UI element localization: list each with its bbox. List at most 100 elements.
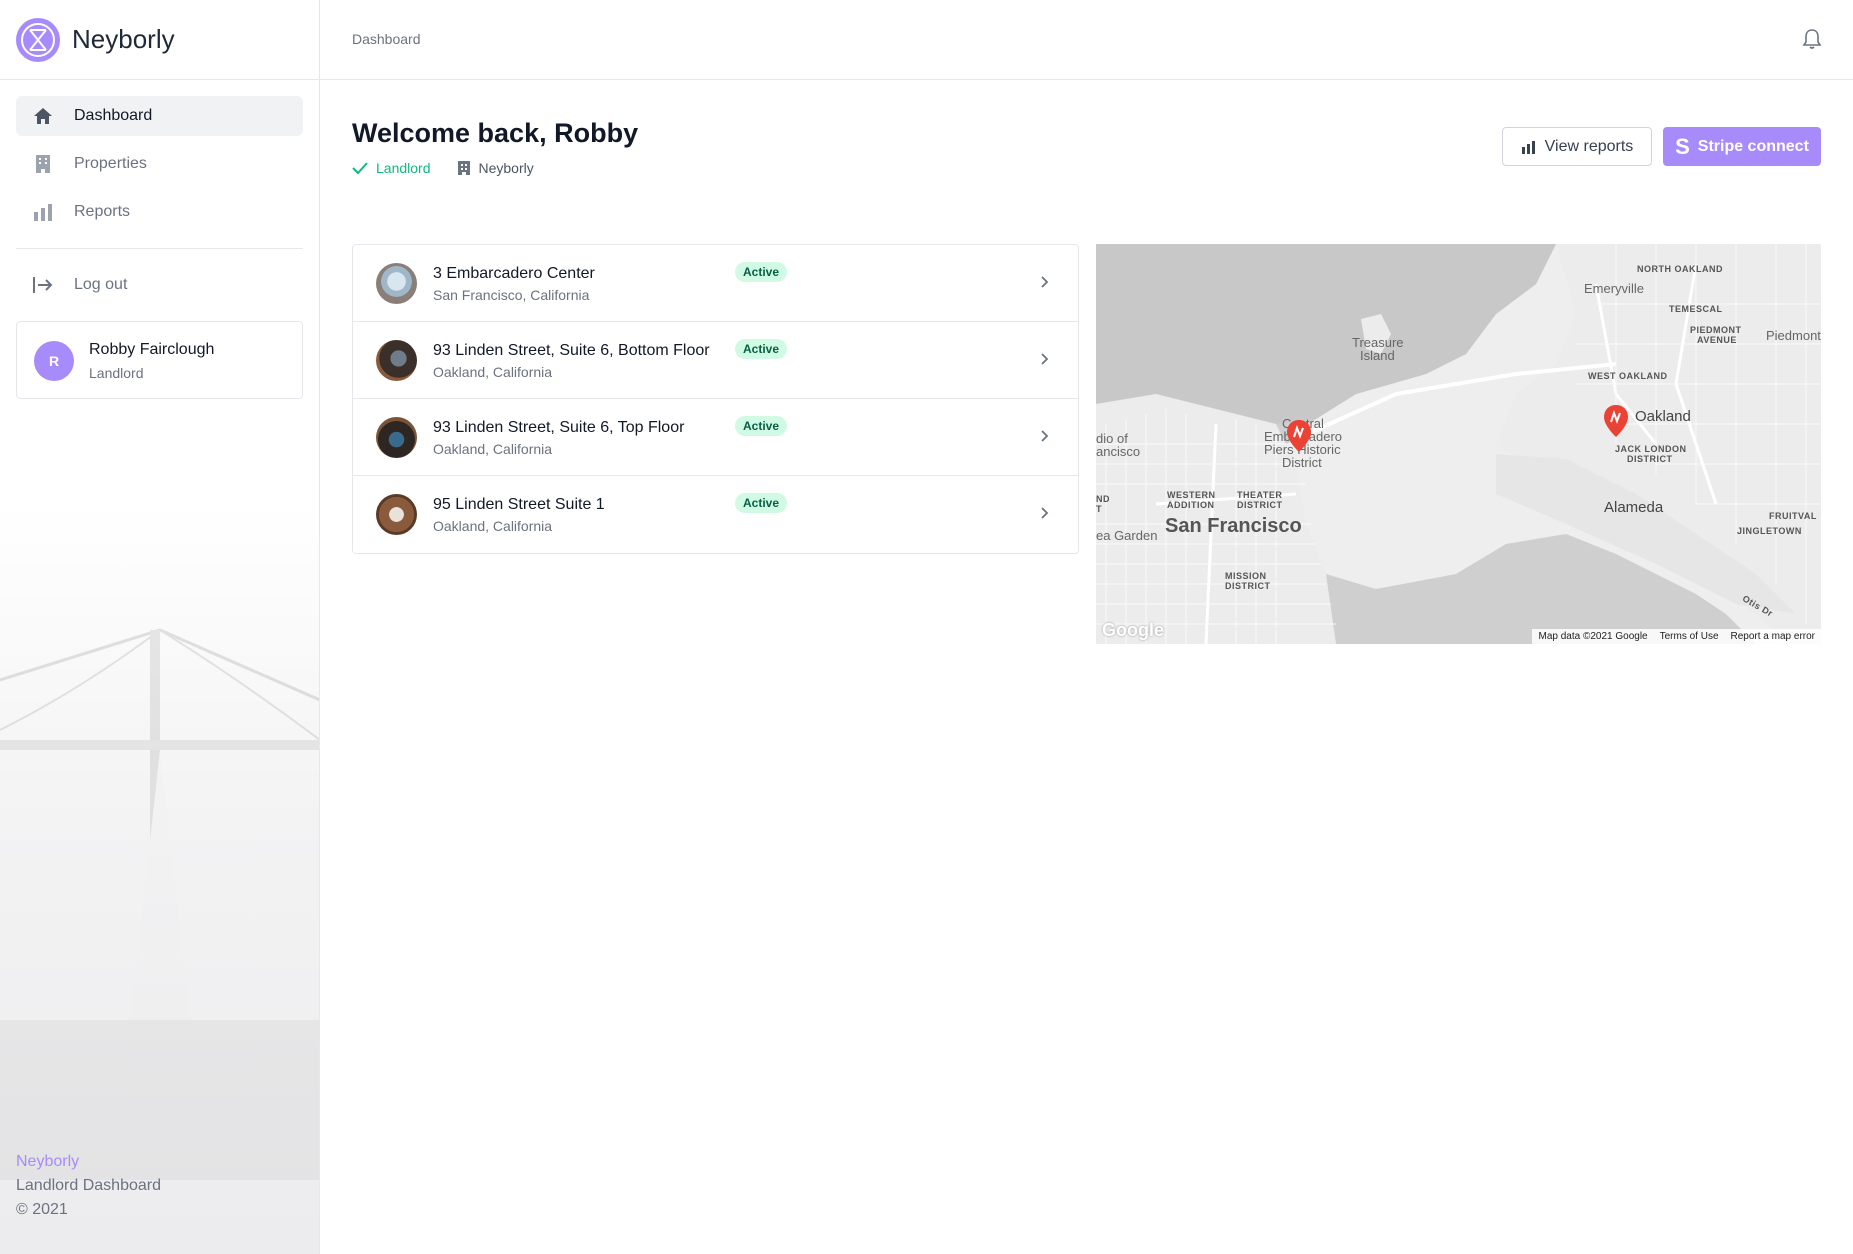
property-location: Oakland, California bbox=[433, 364, 553, 380]
avatar: R bbox=[34, 341, 74, 381]
topbar: Dashboard bbox=[320, 0, 1853, 80]
list-item[interactable]: 95 Linden Street Suite 1 Oakland, Califo… bbox=[353, 476, 1078, 553]
map-label: San Francisco bbox=[1165, 515, 1302, 537]
property-location: Oakland, California bbox=[433, 441, 553, 457]
map-label: THEATER bbox=[1237, 490, 1283, 500]
building-icon bbox=[457, 161, 470, 175]
footer-copyright: © 2021 bbox=[16, 1201, 68, 1218]
logout-area: Log out bbox=[16, 265, 303, 313]
sidebar-item-label: Properties bbox=[74, 155, 147, 172]
user-name: Robby Fairclough bbox=[89, 341, 215, 358]
chevron-right-icon bbox=[1041, 353, 1049, 365]
status-badge: Active bbox=[735, 262, 788, 282]
footer-brand: Neyborly bbox=[16, 1153, 80, 1170]
header-meta: Landlord Neyborly bbox=[352, 160, 534, 176]
sidebar-item-dashboard[interactable]: Dashboard bbox=[16, 96, 303, 136]
map-label: WESTERN bbox=[1167, 490, 1216, 500]
sidebar-footer: Neyborly Landlord Dashboard © 2021 bbox=[16, 1150, 161, 1222]
chevron-right-icon bbox=[1041, 430, 1049, 442]
property-thumbnail bbox=[376, 494, 417, 535]
map-label: DISTRICT bbox=[1225, 581, 1271, 591]
breadcrumb[interactable]: Dashboard bbox=[352, 31, 421, 47]
building-icon bbox=[32, 153, 54, 175]
map-label: AVENUE bbox=[1697, 335, 1737, 345]
map-label: ea Garden bbox=[1096, 528, 1158, 543]
brand-name: Neyborly bbox=[72, 24, 175, 54]
list-item[interactable]: 93 Linden Street, Suite 6, Bottom Floor … bbox=[353, 322, 1078, 399]
property-title: 95 Linden Street Suite 1 bbox=[433, 496, 605, 513]
map-label: TEMESCAL bbox=[1669, 304, 1723, 314]
chevron-right-icon bbox=[1041, 276, 1049, 288]
neyborly-logo-icon[interactable] bbox=[16, 18, 60, 62]
map-data-text: Map data ©2021 Google bbox=[1538, 631, 1648, 642]
property-title: 93 Linden Street, Suite 6, Bottom Floor bbox=[433, 342, 710, 359]
status-badge: Active bbox=[735, 416, 788, 436]
map-label: ND bbox=[1096, 494, 1110, 504]
map-label: Emeryville bbox=[1584, 281, 1644, 296]
sidebar: Neyborly Dashboard Properties Reports Lo… bbox=[0, 0, 320, 1254]
bridge-background-image bbox=[0, 628, 319, 1180]
org-label: Neyborly bbox=[478, 160, 534, 176]
footer-subtitle: Landlord Dashboard bbox=[16, 1177, 161, 1194]
view-reports-label: View reports bbox=[1544, 137, 1634, 155]
stripe-connect-button[interactable]: S Stripe connect bbox=[1663, 127, 1821, 166]
map-label: DISTRICT bbox=[1237, 500, 1283, 510]
sidebar-item-label: Dashboard bbox=[74, 107, 153, 124]
stripe-icon: S bbox=[1675, 133, 1690, 159]
google-logo: Google bbox=[1102, 620, 1164, 640]
view-reports-button[interactable]: View reports bbox=[1502, 127, 1652, 166]
map-label: JINGLETOWN bbox=[1737, 526, 1802, 536]
map-pin-icon[interactable] bbox=[1286, 419, 1312, 453]
map-pin-icon[interactable] bbox=[1603, 404, 1629, 438]
check-icon bbox=[352, 162, 368, 175]
user-card[interactable]: R Robby Fairclough Landlord bbox=[16, 321, 303, 399]
property-title: 3 Embarcadero Center bbox=[433, 265, 595, 282]
list-item[interactable]: 93 Linden Street, Suite 6, Top Floor Oak… bbox=[353, 399, 1078, 476]
property-list: 3 Embarcadero Center San Francisco, Cali… bbox=[352, 244, 1079, 554]
map-label: ancisco bbox=[1096, 444, 1141, 459]
property-map[interactable]: Emeryville NORTH OAKLAND TEMESCAL PIEDMO… bbox=[1096, 244, 1821, 644]
map-label: DISTRICT bbox=[1627, 454, 1673, 464]
property-thumbnail bbox=[376, 263, 417, 304]
map-label: JACK LONDON bbox=[1615, 444, 1687, 454]
property-location: San Francisco, California bbox=[433, 287, 590, 303]
bar-chart-icon bbox=[32, 201, 54, 223]
map-label: Alameda bbox=[1604, 499, 1664, 516]
stripe-connect-label: Stripe connect bbox=[1697, 137, 1809, 155]
sidebar-item-label: Reports bbox=[74, 203, 131, 220]
logout-label: Log out bbox=[74, 276, 128, 293]
logout-icon bbox=[32, 274, 54, 296]
report-map-error-link[interactable]: Report a map error bbox=[1725, 631, 1821, 642]
map-label: NORTH OAKLAND bbox=[1637, 264, 1723, 274]
list-item[interactable]: 3 Embarcadero Center San Francisco, Cali… bbox=[353, 245, 1078, 322]
sidebar-nav: Dashboard Properties Reports bbox=[16, 96, 303, 240]
role-indicator: Landlord bbox=[352, 160, 431, 176]
property-location: Oakland, California bbox=[433, 518, 553, 534]
status-badge: Active bbox=[735, 493, 788, 513]
map-label: Oakland bbox=[1635, 408, 1691, 425]
user-role: Landlord bbox=[89, 365, 144, 381]
status-badge: Active bbox=[735, 339, 788, 359]
sidebar-divider bbox=[16, 248, 303, 249]
map-attribution: Map data ©2021 Google Terms of Use Repor… bbox=[1532, 629, 1821, 644]
logout-button[interactable]: Log out bbox=[16, 265, 303, 305]
map-label: Island bbox=[1360, 348, 1395, 363]
property-thumbnail bbox=[376, 417, 417, 458]
sidebar-item-reports[interactable]: Reports bbox=[16, 192, 303, 232]
sidebar-item-properties[interactable]: Properties bbox=[16, 144, 303, 184]
bar-chart-icon bbox=[1521, 140, 1535, 154]
map-label: T bbox=[1096, 504, 1102, 514]
role-label: Landlord bbox=[376, 160, 431, 176]
chevron-right-icon bbox=[1041, 507, 1049, 519]
org-indicator: Neyborly bbox=[457, 160, 534, 176]
map-label: Piedmont bbox=[1766, 328, 1821, 343]
property-title: 93 Linden Street, Suite 6, Top Floor bbox=[433, 419, 685, 436]
map-label: District bbox=[1282, 455, 1322, 470]
map-label: WEST OAKLAND bbox=[1588, 371, 1668, 381]
home-icon bbox=[32, 105, 54, 127]
brand-header: Neyborly bbox=[0, 0, 319, 80]
terms-of-use-link[interactable]: Terms of Use bbox=[1654, 631, 1725, 642]
map-label: MISSION bbox=[1225, 571, 1267, 581]
bell-icon[interactable] bbox=[1801, 28, 1825, 52]
map-label: FRUITVAL bbox=[1769, 511, 1817, 521]
